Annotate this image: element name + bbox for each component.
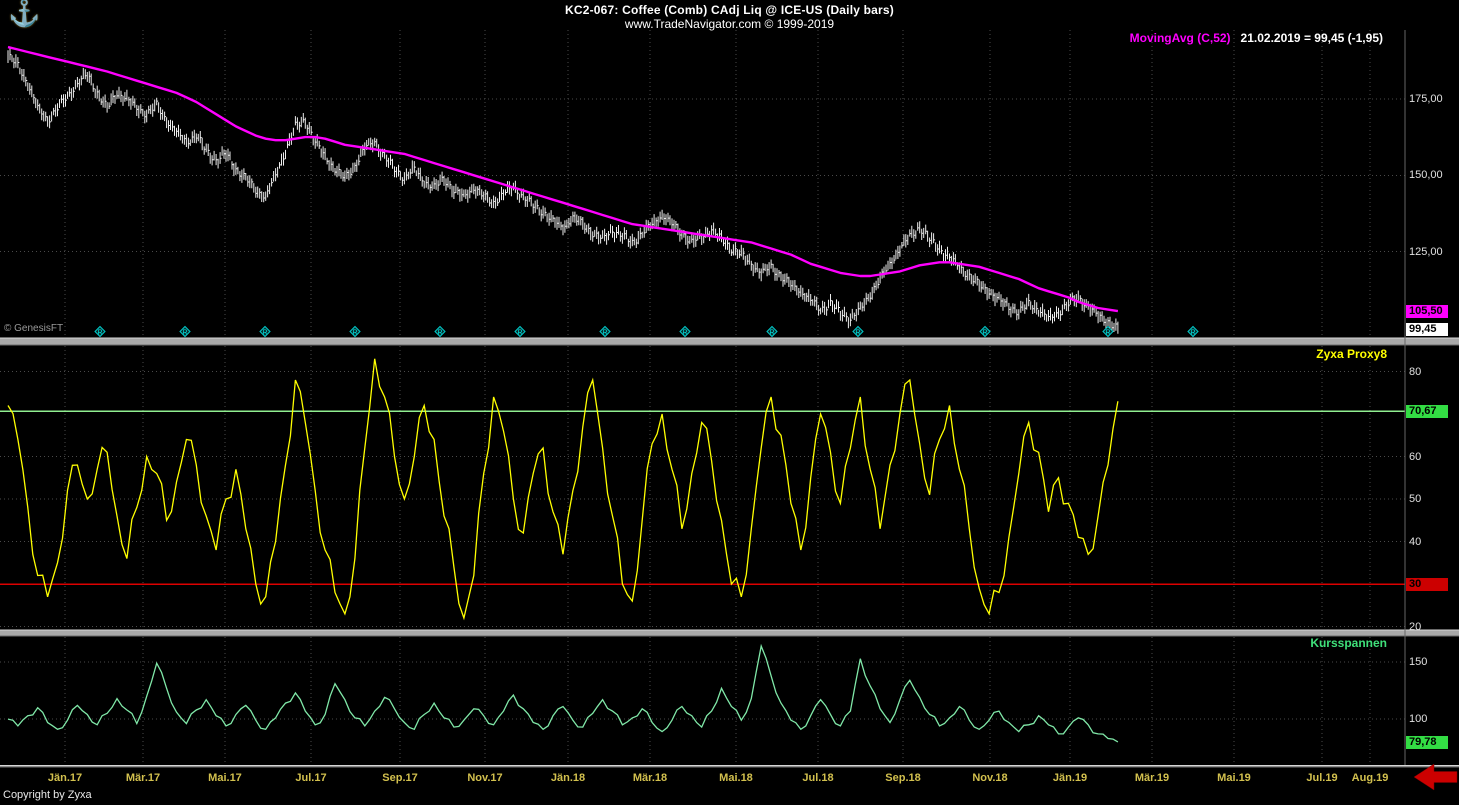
oscillator-upper-badge: 70,67 [1406, 405, 1448, 418]
y-axis-tick-label: 150,00 [1409, 169, 1443, 182]
kursspannen-value-badge: 79,78 [1406, 736, 1448, 749]
roll-marker-letter: R [517, 330, 522, 337]
x-axis-month-label: Mai.17 [197, 772, 253, 784]
price-ma-value-badge: 105,50 [1406, 305, 1448, 318]
kursspannen-panel-label[interactable]: Kursspannen [1310, 636, 1387, 650]
roll-marker-letter: R [437, 330, 442, 337]
y-axis-tick-label: 150 [1409, 656, 1427, 669]
y-axis-tick-label: 20 [1409, 621, 1421, 634]
oscillator-panel-label[interactable]: Zyxa Proxy8 [1316, 347, 1387, 361]
y-axis-tick-label: 125,00 [1409, 246, 1443, 259]
x-axis-month-label: Aug.19 [1342, 772, 1398, 784]
ma-legend-label[interactable]: MovingAvg (C,52) [1130, 31, 1231, 45]
x-axis-month-label: Jul.18 [790, 772, 846, 784]
roll-marker-letter: R [182, 330, 187, 337]
roll-marker-letter: R [97, 330, 102, 337]
roll-marker-letter: R [682, 330, 687, 337]
chart-title: KC2-067: Coffee (Comb) CAdj Liq @ ICE-US… [0, 3, 1459, 17]
x-axis-month-label: Sep.18 [875, 772, 931, 784]
roll-marker-letter: R [1105, 330, 1110, 337]
price-close-value-badge: 99,45 [1406, 323, 1448, 336]
genesis-watermark: © GenesisFT [4, 323, 63, 334]
x-axis-month-label: Mär.18 [622, 772, 678, 784]
x-axis-month-label: Nov.18 [962, 772, 1018, 784]
x-axis-month-label: Jän.18 [540, 772, 596, 784]
y-axis-tick-label: 50 [1409, 493, 1421, 506]
x-axis-month-label: Jän.17 [37, 772, 93, 784]
y-axis-tick-label: 175,00 [1409, 93, 1443, 106]
y-axis-tick-label: 40 [1409, 536, 1421, 549]
x-axis-month-label: Mai.19 [1206, 772, 1262, 784]
chart-subtitle: www.TradeNavigator.com © 1999-2019 [0, 17, 1459, 31]
ma-legend[interactable]: MovingAvg (C,52) 21.02.2019 = 99,45 (-1,9… [1130, 31, 1383, 45]
ma-legend-value: 21.02.2019 = 99,45 (-1,95) [1241, 31, 1383, 45]
scroll-left-arrow[interactable] [1414, 764, 1457, 790]
roll-marker-letter: R [602, 330, 607, 337]
copyright-text: Copyright by Zyxa [3, 789, 92, 801]
y-axis-tick-label: 80 [1409, 366, 1421, 379]
y-axis-tick-label: 100 [1409, 713, 1427, 726]
roll-marker-letter: R [1190, 330, 1195, 337]
x-axis-month-label: Mär.17 [115, 772, 171, 784]
x-axis-month-label: Mär.19 [1124, 772, 1180, 784]
trade-navigator-window: RRRRRRRRRRRRR ⚓ KC2-067: Coffee (Comb) C… [0, 0, 1459, 805]
x-axis-month-label: Mai.18 [708, 772, 764, 784]
x-axis-month-label: Sep.17 [372, 772, 428, 784]
x-axis-month-label: Jul.17 [283, 772, 339, 784]
roll-marker-letter: R [982, 330, 987, 337]
oscillator-lower-badge: 30 [1406, 578, 1448, 591]
roll-marker-letter: R [352, 330, 357, 337]
roll-marker-letter: R [769, 330, 774, 337]
x-axis-month-label: Nov.17 [457, 772, 513, 784]
chart-canvas[interactable]: RRRRRRRRRRRRR [0, 0, 1459, 805]
x-axis-month-label: Jän.19 [1042, 772, 1098, 784]
roll-marker-letter: R [855, 330, 860, 337]
roll-marker-letter: R [262, 330, 267, 337]
y-axis-tick-label: 60 [1409, 451, 1421, 464]
